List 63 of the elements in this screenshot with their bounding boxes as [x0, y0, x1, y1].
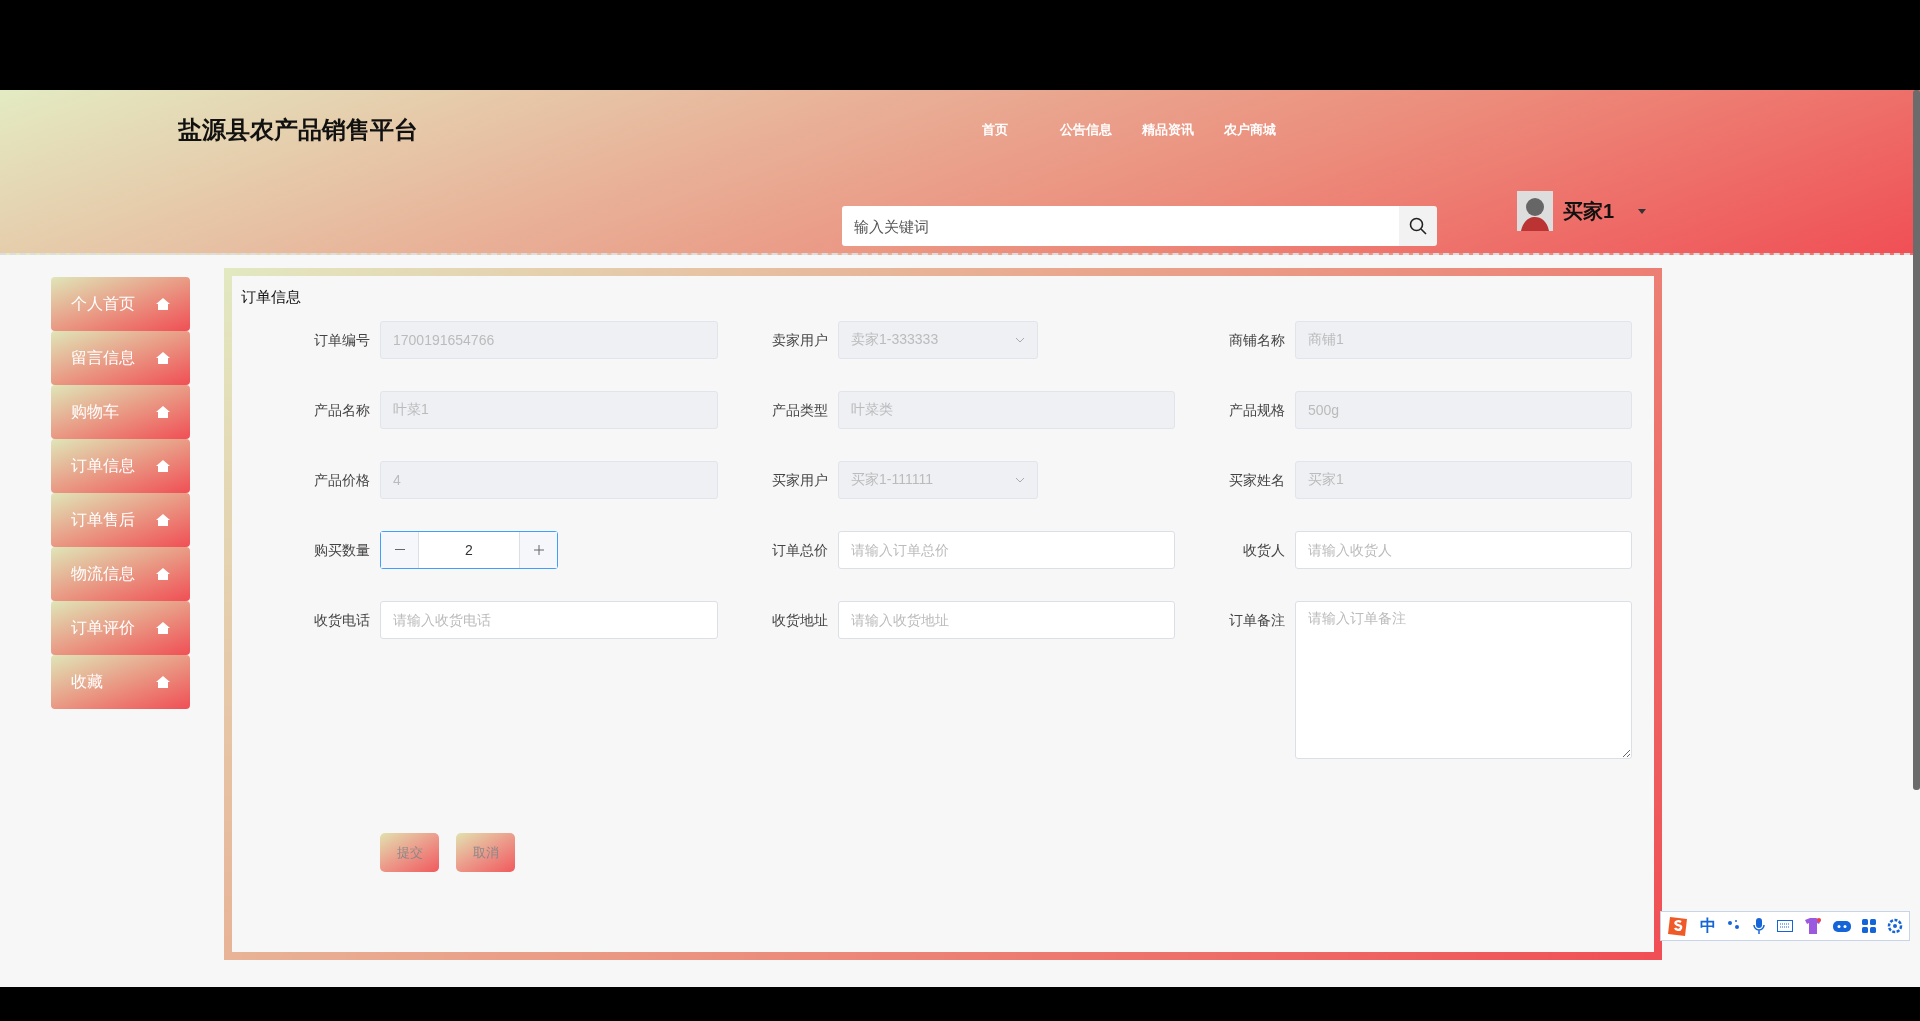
chevron-icon — [1015, 337, 1025, 343]
nav-link[interactable]: 公告信息 — [1056, 121, 1116, 139]
avatar-icon[interactable] — [1517, 191, 1553, 231]
home-icon — [156, 514, 170, 526]
field-label: 卖家用户 — [771, 331, 828, 350]
minus-icon — [394, 549, 405, 551]
field-label: 订单总价 — [771, 541, 828, 560]
home-icon — [156, 568, 170, 580]
home-icon — [156, 622, 170, 634]
search-input[interactable]: 输入关键词 — [842, 206, 1399, 246]
home-icon — [156, 298, 170, 310]
gear-icon[interactable] — [1887, 918, 1903, 934]
field-label: 产品价格 — [313, 471, 370, 490]
home-icon — [156, 352, 170, 364]
field-label: 产品名称 — [313, 401, 370, 420]
home-icon — [156, 460, 170, 472]
sidebar-item[interactable]: 个人首页 — [51, 277, 190, 331]
field-label: 订单备注 — [1228, 611, 1285, 630]
sidebar-item[interactable]: 留言信息 — [51, 331, 190, 385]
site-title: 盐源县农产品销售平台 — [178, 115, 419, 145]
field-label: 购买数量 — [313, 541, 370, 560]
input-field[interactable]: 请输入收货地址 — [838, 601, 1175, 639]
microphone-icon[interactable] — [1752, 917, 1766, 935]
caret-icon[interactable] — [1638, 208, 1647, 214]
sidebar-item[interactable]: 订单售后 — [51, 493, 190, 547]
home-icon — [156, 676, 170, 688]
input-mode[interactable]: 中 — [1700, 915, 1716, 937]
keyboard-icon[interactable] — [1777, 920, 1793, 932]
field-label: 产品规格 — [1228, 401, 1285, 420]
sidebar-item[interactable]: 购物车 — [51, 385, 190, 439]
search-icon — [1409, 217, 1427, 235]
field-label: 商铺名称 — [1228, 331, 1285, 350]
field-label: 收货人 — [1242, 541, 1285, 560]
field-label: 订单编号 — [313, 331, 370, 350]
search-button[interactable] — [1399, 206, 1437, 246]
input-field[interactable]: 请输入收货电话 — [380, 601, 718, 639]
panel-title: 订单信息 — [240, 287, 302, 307]
sidebar-item[interactable]: 物流信息 — [51, 547, 190, 601]
field-label: 产品类型 — [771, 401, 828, 420]
sidebar-item[interactable]: 订单信息 — [51, 439, 190, 493]
input-field[interactable]: 请输入收货人 — [1295, 531, 1632, 569]
chevron-icon — [1015, 477, 1025, 483]
input-field[interactable]: 请输入订单总价 — [838, 531, 1175, 569]
nav-link[interactable]: 首页 — [978, 121, 1012, 139]
field-label: 收货电话 — [313, 611, 370, 630]
form-button[interactable]: 提交 — [380, 833, 439, 872]
textarea-field[interactable]: 请输入订单备注 — [1295, 601, 1632, 759]
user-name[interactable]: 买家1 — [1563, 197, 1615, 225]
shirt-icon[interactable] — [1804, 918, 1822, 934]
sidebar-item[interactable]: 收藏 — [51, 655, 190, 709]
scrollbar-thumb[interactable] — [1913, 90, 1920, 790]
form-button[interactable]: 取消 — [456, 833, 515, 872]
logo-icon[interactable] — [1667, 915, 1689, 937]
sidebar-item[interactable]: 订单评价 — [51, 601, 190, 655]
home-icon — [156, 406, 170, 418]
robot-icon[interactable] — [1833, 920, 1851, 932]
nav-link[interactable]: 精品资讯 — [1138, 121, 1198, 139]
grid-icon[interactable] — [1862, 919, 1876, 933]
field-label: 买家姓名 — [1228, 471, 1285, 490]
field-label: 收货地址 — [771, 611, 828, 630]
plus-icon — [533, 545, 544, 555]
field-label: 买家用户 — [771, 471, 828, 490]
nav-link[interactable]: 农户商城 — [1220, 121, 1280, 139]
